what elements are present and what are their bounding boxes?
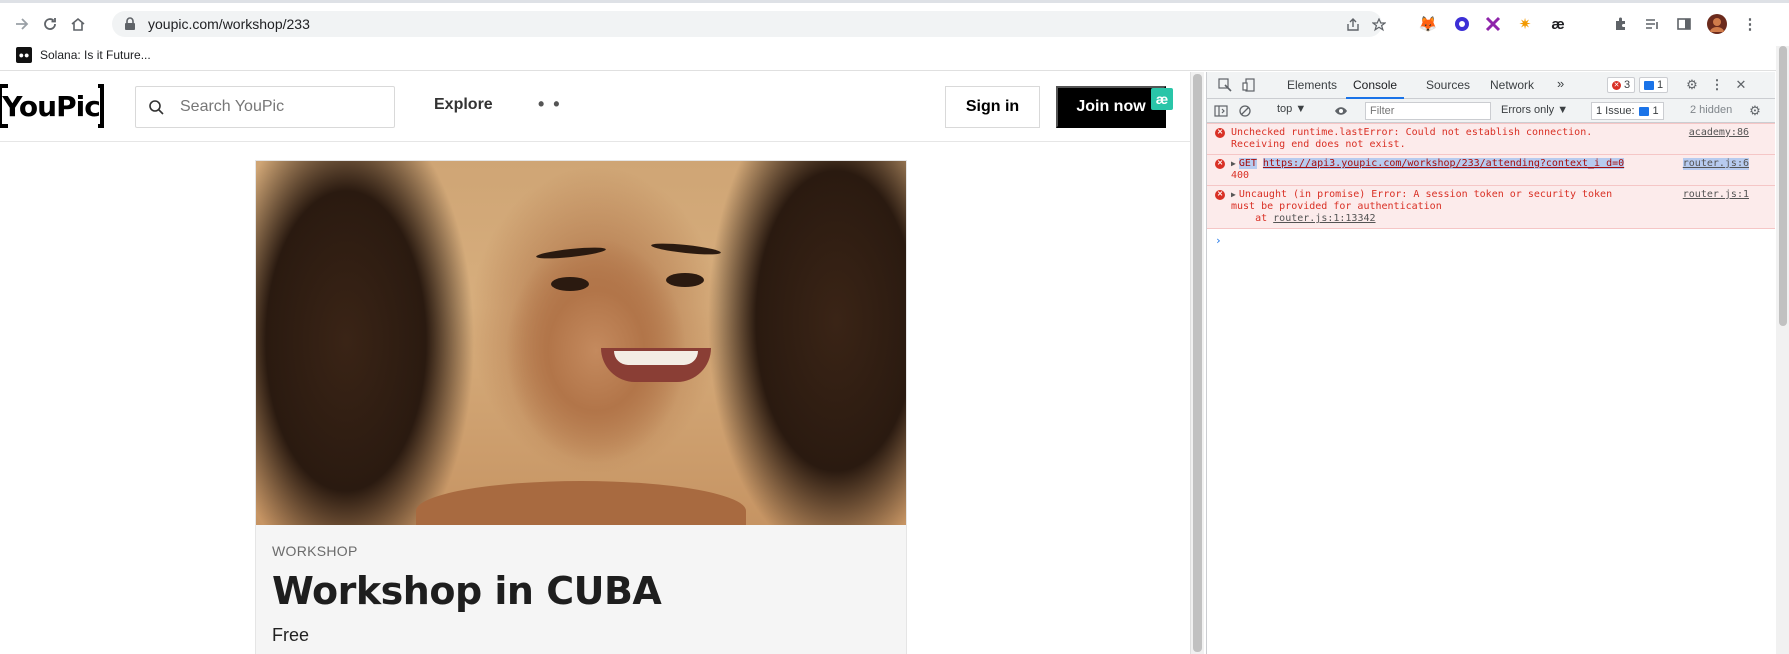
console-error-message[interactable]: ✕ ▶ Uncaught (in promise) Error: A sessio… xyxy=(1207,186,1775,229)
source-link[interactable]: academy:86 xyxy=(1689,127,1749,139)
settings-gear-icon[interactable]: ⚙ xyxy=(1684,77,1700,93)
page-scrollbar[interactable] xyxy=(1190,72,1204,654)
request-status: 400 xyxy=(1231,170,1250,181)
bookmarks-bar: ●● Solana: Is it Future... xyxy=(0,42,1789,71)
address-bar[interactable]: youpic.com/workshop/233 xyxy=(112,11,1386,37)
expand-triangle-icon[interactable]: ▶ xyxy=(1231,189,1236,201)
console-settings-icon[interactable]: ⚙ xyxy=(1747,103,1763,119)
request-url-link[interactable]: https://api3.youpic.com/workshop/233/att… xyxy=(1262,158,1625,169)
lock-icon xyxy=(124,17,138,31)
side-panel-icon[interactable] xyxy=(1674,14,1694,34)
workshop-card: WORKSHOP Workshop in CUBA Free xyxy=(255,160,907,654)
tab-sources[interactable]: Sources xyxy=(1426,78,1470,92)
stack-link[interactable]: router.js:1:13342 xyxy=(1273,213,1375,224)
ae-extension-badge[interactable]: æ xyxy=(1151,88,1173,110)
error-icon: ✕ xyxy=(1215,128,1225,138)
metamask-icon[interactable]: 🦊 xyxy=(1418,14,1438,34)
bookmark-label: Solana: Is it Future... xyxy=(40,48,151,62)
info-count: 1 xyxy=(1657,79,1664,91)
media-queue-icon[interactable] xyxy=(1642,14,1662,34)
page-scrollbar-thumb[interactable] xyxy=(1193,74,1202,652)
close-devtools-icon[interactable]: ✕ xyxy=(1733,77,1749,93)
error-icon: ✕ xyxy=(1215,159,1225,169)
more-menu-icon[interactable]: • • xyxy=(538,94,562,115)
site-header: YouPic Explore • • Sign in Join now æ xyxy=(0,72,1190,142)
profile-avatar[interactable] xyxy=(1707,14,1727,34)
tab-console[interactable]: Console xyxy=(1345,78,1405,99)
more-tabs-button[interactable]: » xyxy=(1557,76,1564,91)
share-icon[interactable] xyxy=(1344,16,1362,34)
console-output: ✕ Unchecked runtime.lastError: Could not… xyxy=(1207,123,1775,654)
tab-network[interactable]: Network xyxy=(1490,78,1534,92)
bookmark-item[interactable]: ●● Solana: Is it Future... xyxy=(16,47,151,63)
extension-x-icon[interactable] xyxy=(1483,14,1503,34)
extension-circle-icon[interactable] xyxy=(1452,14,1472,34)
message-icon xyxy=(1644,80,1654,90)
console-toolbar: top ▼ Errors only ▼ 1 Issue: 1 2 hidden … xyxy=(1207,99,1775,123)
workshop-price: Free xyxy=(272,625,310,645)
hidden-count: 2 hidden xyxy=(1690,104,1733,116)
console-error-message[interactable]: ✕ Unchecked runtime.lastError: Could not… xyxy=(1207,123,1775,155)
devtools-scrollbar[interactable] xyxy=(1776,46,1789,654)
workshop-tag: WORKSHOP xyxy=(272,543,358,559)
youpic-logo[interactable]: YouPic xyxy=(0,84,104,128)
explore-link[interactable]: Explore xyxy=(434,96,493,114)
clear-console-icon[interactable] xyxy=(1237,103,1253,119)
workshop-title: Workshop in CUBA xyxy=(272,569,662,613)
join-now-button[interactable]: Join now xyxy=(1056,86,1166,128)
info-count-badge[interactable]: 1 xyxy=(1639,77,1669,93)
workshop-card-body: WORKSHOP Workshop in CUBA Free xyxy=(256,525,906,646)
issue-message-icon xyxy=(1638,106,1649,116)
error-icon: ✕ xyxy=(1215,190,1225,200)
stack-prefix: at xyxy=(1231,213,1274,224)
chrome-menu-icon[interactable]: ⋮ xyxy=(1740,14,1760,34)
extensions-puzzle-icon[interactable] xyxy=(1611,14,1631,34)
devtools-scrollbar-thumb[interactable] xyxy=(1779,46,1787,326)
logo-text: YouPic xyxy=(2,89,101,123)
sidebar-toggle-icon[interactable] xyxy=(1213,103,1229,119)
console-filter-input[interactable] xyxy=(1365,102,1491,120)
search-input[interactable] xyxy=(180,98,380,116)
console-message-text: Uncaught (in promise) Error: A session t… xyxy=(1231,189,1613,212)
search-icon xyxy=(148,98,166,116)
medium-icon: ●● xyxy=(16,47,32,63)
error-count-badge[interactable]: ✕ 3 xyxy=(1607,77,1636,93)
context-select[interactable]: top ▼ xyxy=(1277,103,1306,115)
sign-in-button[interactable]: Sign in xyxy=(945,86,1040,128)
inspect-element-icon[interactable] xyxy=(1217,77,1233,93)
log-levels-select[interactable]: Errors only ▼ xyxy=(1501,104,1568,116)
issues-label: 1 Issue: xyxy=(1596,105,1635,117)
home-icon[interactable] xyxy=(66,12,90,36)
devtools-menu-icon[interactable]: ⋮ xyxy=(1709,77,1725,93)
devtools-tabbar: Elements Console Sources Network » ✕ 3 1… xyxy=(1207,72,1775,99)
address-url: youpic.com/workshop/233 xyxy=(148,16,310,32)
expand-triangle-icon[interactable]: ▶ xyxy=(1231,158,1236,170)
issues-count: 1 xyxy=(1652,105,1659,117)
forward-icon[interactable] xyxy=(10,12,34,36)
error-count: 3 xyxy=(1624,79,1631,91)
console-prompt[interactable]: › xyxy=(1207,229,1775,252)
console-error-message[interactable]: ✕ ▶ GET https://api3.youpic.com/workshop/… xyxy=(1207,155,1775,186)
live-expression-eye-icon[interactable] xyxy=(1333,103,1349,119)
web-page: YouPic Explore • • Sign in Join now æ WO… xyxy=(0,72,1190,654)
extension-ae-icon[interactable]: æ xyxy=(1548,14,1568,34)
browser-toolbar: youpic.com/workshop/233 🦊 ✷ æ ⋮ xyxy=(0,0,1789,42)
console-message-text: Unchecked runtime.lastError: Could not e… xyxy=(1231,127,1593,150)
workshop-cover-image xyxy=(256,161,906,525)
extension-star-icon[interactable]: ✷ xyxy=(1515,14,1535,34)
search-box[interactable] xyxy=(135,86,395,128)
devtools-panel: Elements Console Sources Network » ✕ 3 1… xyxy=(1206,72,1775,654)
reload-icon[interactable] xyxy=(38,12,62,36)
source-link[interactable]: router.js:6 xyxy=(1682,158,1749,170)
error-icon: ✕ xyxy=(1612,80,1621,90)
tab-elements[interactable]: Elements xyxy=(1287,78,1337,92)
device-toolbar-icon[interactable] xyxy=(1241,77,1257,93)
bookmark-star-icon[interactable] xyxy=(1370,16,1388,34)
issues-button[interactable]: 1 Issue: 1 xyxy=(1591,102,1664,120)
request-method: GET xyxy=(1238,158,1257,169)
source-link[interactable]: router.js:1 xyxy=(1683,189,1749,201)
